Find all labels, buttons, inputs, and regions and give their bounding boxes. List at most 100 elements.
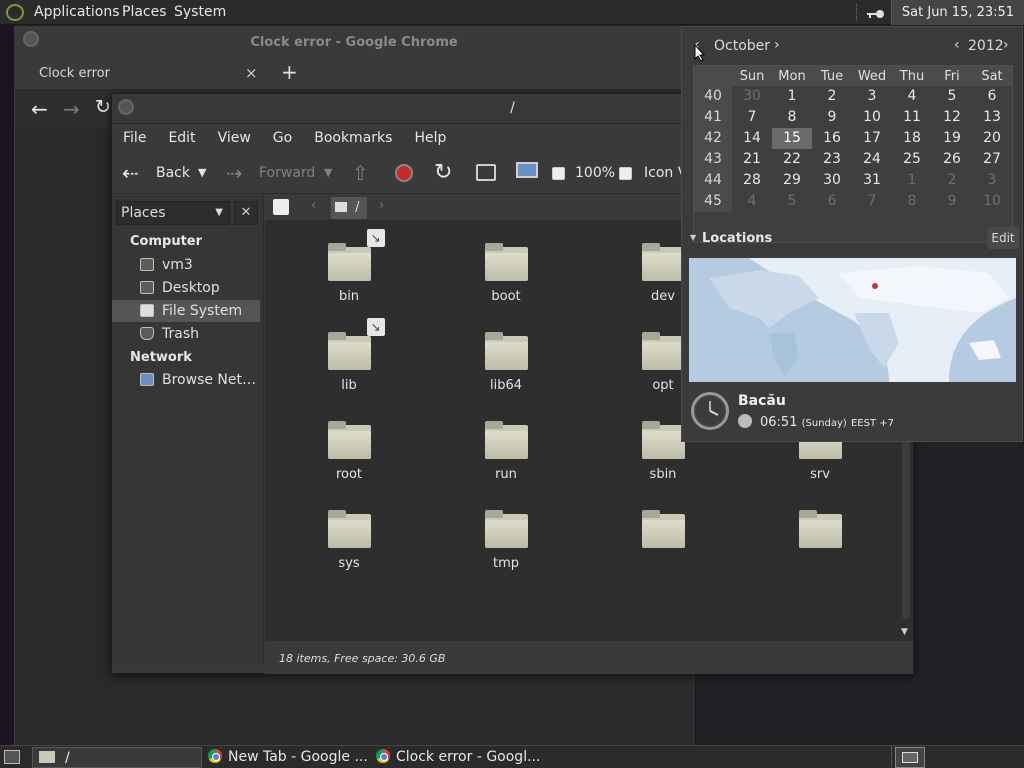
workspace-switcher[interactable] xyxy=(895,747,925,768)
forward-button[interactable]: Forward xyxy=(259,152,315,194)
folder-item[interactable]: lib64 xyxy=(461,332,551,393)
task-new-tab[interactable]: New Tab - Google ... xyxy=(208,747,368,768)
calendar-day[interactable]: 23 xyxy=(812,149,852,170)
calendar-day[interactable]: 26 xyxy=(932,149,972,170)
calendar-day[interactable]: 30 xyxy=(732,86,772,107)
forward-arrow-icon[interactable]: ⇢ xyxy=(226,152,243,194)
sidebar-item-browse-network[interactable]: Browse Net… xyxy=(112,369,260,391)
calendar-day[interactable]: 14 xyxy=(732,128,772,149)
sidebar-close-button[interactable]: ✕ xyxy=(234,201,258,225)
calendar-day-today[interactable]: 15 xyxy=(772,128,812,149)
places-menu[interactable]: Places xyxy=(122,0,167,25)
back-button[interactable]: Back xyxy=(156,152,190,194)
calendar-day[interactable]: 7 xyxy=(852,191,892,212)
folder-item[interactable]: run xyxy=(461,421,551,482)
sidebar-item-desktop[interactable]: Desktop xyxy=(112,277,260,299)
keyring-icon[interactable] xyxy=(866,8,886,18)
zoom-out-icon[interactable] xyxy=(552,167,565,180)
menu-go[interactable]: Go xyxy=(262,124,303,152)
folder-item[interactable]: root xyxy=(304,421,394,482)
folder-item[interactable] xyxy=(775,510,865,556)
calendar-day[interactable]: 2 xyxy=(812,86,852,107)
calendar-day[interactable]: 25 xyxy=(892,149,932,170)
chrome-back-icon[interactable]: ← xyxy=(31,97,48,121)
chrome-titlebar[interactable]: Clock error - Google Chrome xyxy=(15,27,693,59)
calendar-day[interactable]: 20 xyxy=(972,128,1012,149)
tab-close-icon[interactable]: × xyxy=(245,64,258,82)
up-arrow-icon[interactable]: ⇧ xyxy=(352,152,369,194)
folder-item[interactable]: tmp xyxy=(461,510,551,571)
expand-triangle-icon[interactable]: ▼ xyxy=(690,233,696,242)
calendar-day[interactable]: 6 xyxy=(812,191,852,212)
sidebar-item-vm3[interactable]: vm3 xyxy=(112,254,260,276)
calendar-day[interactable]: 27 xyxy=(972,149,1012,170)
calendar-day[interactable]: 18 xyxy=(892,128,932,149)
calendar-day[interactable]: 7 xyxy=(732,107,772,128)
path-scroll-left-icon[interactable]: ‹ xyxy=(311,198,316,213)
sidebar-item-file-system[interactable]: File System xyxy=(112,300,260,322)
calendar-day[interactable]: 5 xyxy=(772,191,812,212)
task-clock-error[interactable]: Clock error - Googl... xyxy=(376,747,546,768)
applications-menu[interactable]: Applications xyxy=(34,0,120,25)
calendar-day[interactable]: 3 xyxy=(852,86,892,107)
reload-icon[interactable]: ↻ xyxy=(434,152,452,194)
new-tab-button[interactable]: + xyxy=(281,60,298,84)
chrome-reload-icon[interactable]: ↻ xyxy=(95,96,111,118)
path-scroll-right-icon[interactable]: › xyxy=(379,198,384,213)
calendar-day[interactable]: 5 xyxy=(932,86,972,107)
calendar-day[interactable]: 8 xyxy=(892,191,932,212)
locations-edit-button[interactable]: Edit xyxy=(987,227,1019,249)
calendar-day[interactable]: 9 xyxy=(812,107,852,128)
zoom-in-icon[interactable] xyxy=(619,167,632,180)
calendar-day[interactable]: 17 xyxy=(852,128,892,149)
folder-item[interactable]: boot xyxy=(461,243,551,304)
menu-edit[interactable]: Edit xyxy=(157,124,206,152)
chrome-forward-icon[interactable]: → xyxy=(63,97,80,121)
path-button-root[interactable]: / xyxy=(331,197,367,219)
menu-help[interactable]: Help xyxy=(403,124,457,152)
calendar-day[interactable]: 30 xyxy=(812,170,852,191)
calendar-day[interactable]: 31 xyxy=(852,170,892,191)
calendar-day[interactable]: 2 xyxy=(932,170,972,191)
calendar-day[interactable]: 4 xyxy=(892,86,932,107)
back-history-dropdown[interactable]: ▼ xyxy=(198,152,206,194)
calendar-day[interactable]: 28 xyxy=(732,170,772,191)
prev-year-icon[interactable]: ‹ xyxy=(954,37,960,53)
calendar-day[interactable]: 29 xyxy=(772,170,812,191)
scroll-down-icon[interactable]: ▼ xyxy=(901,627,908,637)
menu-bookmarks[interactable]: Bookmarks xyxy=(303,124,403,152)
calendar-day[interactable]: 21 xyxy=(732,149,772,170)
back-arrow-icon[interactable]: ⇠ xyxy=(122,152,139,194)
calendar-day[interactable]: 24 xyxy=(852,149,892,170)
calendar-day[interactable]: 13 xyxy=(972,107,1012,128)
folder-item[interactable]: ↘ bin xyxy=(304,229,394,304)
sidebar-item-trash[interactable]: Trash xyxy=(112,323,260,345)
calendar-day[interactable]: 3 xyxy=(972,170,1012,191)
computer-icon[interactable] xyxy=(516,162,538,178)
distro-logo-icon[interactable] xyxy=(6,4,24,21)
calendar-day[interactable]: 1 xyxy=(892,170,932,191)
calendar-day[interactable]: 6 xyxy=(972,86,1012,107)
calendar-day[interactable]: 4 xyxy=(732,191,772,212)
chrome-tab[interactable]: Clock error × xyxy=(27,59,267,89)
folder-item[interactable]: ↘ lib xyxy=(304,318,394,393)
panel-clock[interactable]: Sat Jun 15, 23:51 xyxy=(891,0,1024,25)
calendar-day[interactable]: 19 xyxy=(932,128,972,149)
calendar-day[interactable]: 12 xyxy=(932,107,972,128)
calendar-day[interactable]: 8 xyxy=(772,107,812,128)
home-icon[interactable] xyxy=(476,164,496,181)
task-file-manager[interactable]: / xyxy=(32,747,202,768)
sidebar-mode-select[interactable]: Places ▼ xyxy=(116,201,230,225)
menu-view[interactable]: View xyxy=(207,124,262,152)
calendar-day[interactable]: 10 xyxy=(972,191,1012,212)
calendar-day[interactable]: 11 xyxy=(892,107,932,128)
calendar-day[interactable]: 10 xyxy=(852,107,892,128)
forward-history-dropdown[interactable]: ▼ xyxy=(324,152,332,194)
calendar-day[interactable]: 22 xyxy=(772,149,812,170)
show-desktop-icon[interactable] xyxy=(4,750,20,764)
stop-icon[interactable] xyxy=(395,164,413,182)
calendar-day[interactable]: 9 xyxy=(932,191,972,212)
next-month-icon[interactable]: › xyxy=(774,37,780,53)
next-year-icon[interactable]: › xyxy=(1003,37,1009,53)
folder-item[interactable]: sys xyxy=(304,510,394,571)
